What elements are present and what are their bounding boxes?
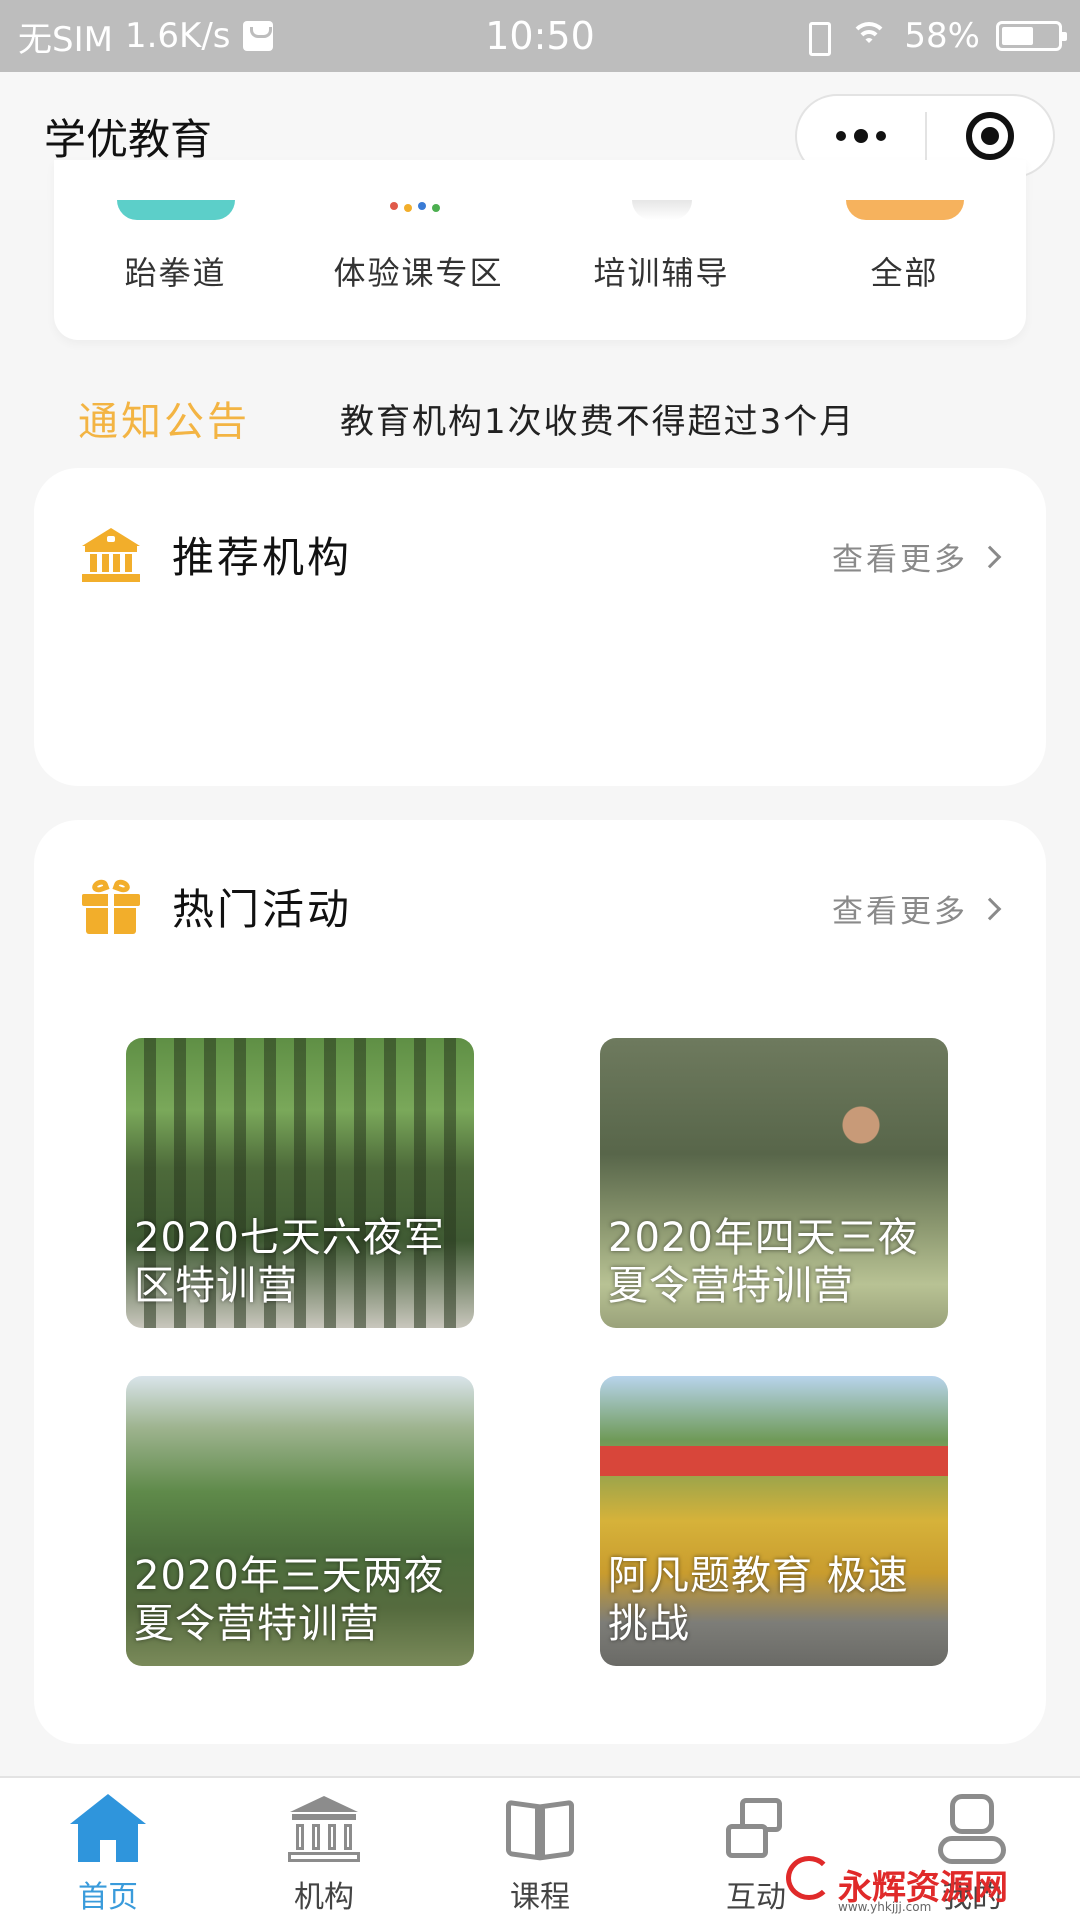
activity-title: 2020七天六夜军区特训营 (134, 1215, 445, 1309)
bank-icon (82, 528, 140, 582)
category-all[interactable]: 全部 (783, 160, 1026, 340)
notice-bar[interactable]: 通知公告 教育机构1次收费不得超过3个月 (78, 392, 1038, 445)
category-trial-class[interactable]: 体验课专区 (297, 160, 540, 340)
notice-text[interactable]: 教育机构1次收费不得超过3个月 (340, 394, 855, 443)
battery-icon (996, 21, 1067, 51)
chevron-right-icon (978, 545, 1002, 568)
tab-home[interactable]: 首页 (0, 1778, 216, 1920)
activity-title: 阿凡题教育 极速挑战 (608, 1553, 909, 1647)
status-left: 无SIM 1.6K/s (18, 12, 273, 61)
tab-label: 机构 (294, 1880, 354, 1915)
tab-institutions[interactable]: 机构 (216, 1778, 432, 1920)
activity-card[interactable]: 2020年三天两夜夏令营特训营 (126, 1376, 474, 1666)
network-speed: 1.6K/s (124, 16, 231, 56)
category-image (845, 200, 964, 220)
view-more-link[interactable]: 查看更多 (832, 886, 1002, 931)
section-header: 热门活动 查看更多 (34, 820, 1046, 990)
battery-level (1002, 27, 1033, 45)
user-icon (932, 1794, 1012, 1864)
notification-icon (242, 21, 273, 51)
activity-card[interactable]: 2020七天六夜军区特训营 (126, 1038, 474, 1328)
status-bar: 无SIM 1.6K/s 10:50 58% (0, 0, 1080, 72)
home-icon (68, 1794, 148, 1864)
activity-title: 2020年四天三夜夏令营特训营 (608, 1215, 919, 1309)
activity-title: 2020年三天两夜夏令营特训营 (134, 1553, 445, 1647)
watermark: 永辉资源网 www.yhkjjj.com (786, 1856, 1008, 1914)
recommend-section: 推荐机构 查看更多 (34, 468, 1046, 786)
page-title: 学优教育 (44, 114, 213, 164)
book-icon (500, 1794, 580, 1864)
section-title: 推荐机构 (172, 533, 353, 582)
tab-courses[interactable]: 课程 (432, 1778, 648, 1920)
section-header: 推荐机构 查看更多 (34, 468, 1046, 638)
category-label: 体验课专区 (333, 254, 504, 292)
view-more-label: 查看更多 (832, 894, 968, 930)
category-label: 全部 (870, 254, 939, 292)
view-more-link[interactable]: 查看更多 (832, 534, 1002, 579)
hot-activities-section: 热门活动 查看更多 2020七天六夜军区特训营 2020年四天三夜夏令营特训营 … (34, 820, 1046, 1744)
category-image (631, 200, 692, 220)
battery-percent: 58% (904, 16, 980, 56)
carrier-text: 无SIM (18, 19, 113, 60)
vibrate-icon (800, 19, 834, 56)
activity-card[interactable]: 阿凡题教育 极速挑战 (600, 1376, 948, 1666)
tab-interaction[interactable]: 互动 (648, 1778, 864, 1920)
target-icon (965, 112, 1014, 160)
watermark-logo-icon (786, 1856, 832, 1900)
category-label: 跆拳道 (124, 254, 227, 292)
category-tutoring[interactable]: 培训辅导 (540, 160, 783, 340)
institution-icon (284, 1794, 364, 1864)
interaction-icon (716, 1794, 796, 1864)
notice-label: 通知公告 (78, 399, 250, 445)
gift-icon (82, 877, 140, 934)
category-taekwondo[interactable]: 跆拳道 (54, 160, 297, 340)
category-card: 跆拳道 体验课专区 培训辅导 全部 (54, 160, 1026, 340)
status-right: 58% (800, 16, 1067, 56)
tab-label: 课程 (510, 1880, 570, 1915)
chevron-right-icon (978, 897, 1002, 920)
section-title: 热门活动 (172, 885, 353, 934)
more-dots-icon (836, 131, 846, 141)
category-image (116, 200, 235, 220)
wifi-icon (850, 20, 889, 52)
view-more-label: 查看更多 (832, 542, 968, 578)
category-label: 培训辅导 (593, 254, 730, 292)
tab-label: 首页 (78, 1880, 138, 1915)
category-image (360, 200, 478, 220)
activity-card[interactable]: 2020年四天三夜夏令营特训营 (600, 1038, 948, 1328)
watermark-url: www.yhkjjj.com (838, 1900, 932, 1914)
